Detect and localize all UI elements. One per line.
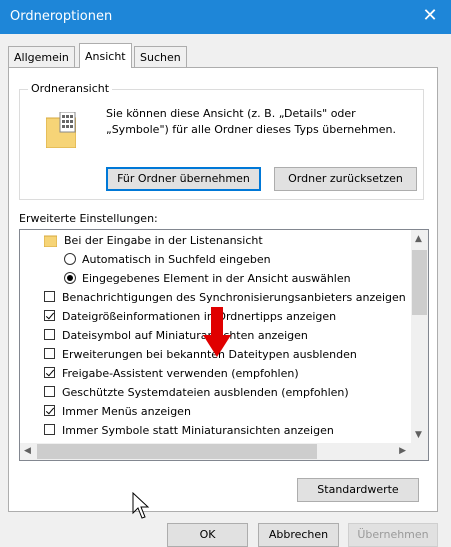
folder-view-group: Ordneransicht Sie können diese Ansicht (… [19,82,424,200]
folder-view-title: Ordneransicht [28,82,113,95]
cancel-button[interactable]: Abbrechen [258,523,339,547]
checkbox-label: Geschützte Systemdateien ausblenden (emp… [62,386,349,399]
advanced-settings-label: Erweiterte Einstellungen: [19,212,158,225]
folder-view-description: Sie können diese Ansicht (z. B. „Details… [106,107,396,136]
reset-folders-button[interactable]: Ordner zurücksetzen [274,167,417,191]
apply-button[interactable]: Übernehmen [348,523,438,547]
window-title: Ordneroptionen [10,9,113,24]
tree-folder-label: Bei der Eingabe in der Listenansicht [64,234,263,247]
checkbox[interactable] [44,424,55,435]
folder-icon [44,235,57,247]
checkbox[interactable] [44,310,55,321]
tab-suchen[interactable]: Suchen [134,46,187,67]
red-arrow-annotation [203,307,231,357]
scroll-left-icon[interactable]: ◀ [24,446,31,456]
checkbox-label: Benachrichtigungen des Synchronisierungs… [62,291,406,304]
folder-grid-icon [46,112,76,148]
radio-label: Eingegebenes Element in der Ansicht ausw… [82,272,351,285]
checkbox-label: Immer Menüs anzeigen [62,405,191,418]
vertical-scroll-thumb[interactable] [412,250,427,315]
checkbox-label: Dateisymbol auf Miniaturansichten anzeig… [62,329,308,342]
checkbox-label: Freigabe-Assistent verwenden (empfohlen) [62,367,299,380]
view-tab-panel: Ordneransicht Sie können diese Ansicht (… [8,67,438,512]
close-icon[interactable]: ✕ [419,5,441,27]
checkbox[interactable] [44,291,55,302]
horizontal-scroll-thumb[interactable] [37,444,317,459]
tab-allgemein[interactable]: Allgemein [8,46,75,67]
vertical-scrollbar[interactable]: ▲ ▼ [411,230,428,443]
checkbox[interactable] [44,405,55,416]
scroll-up-icon[interactable]: ▲ [415,234,422,244]
horizontal-scrollbar[interactable]: ◀ ▶ [20,443,428,460]
checkbox-label: Immer Symbole statt Miniaturansichten an… [62,424,334,437]
checkbox[interactable] [44,348,55,359]
checkbox[interactable] [44,329,55,340]
checkbox[interactable] [44,386,55,397]
scroll-down-icon[interactable]: ▼ [415,430,422,440]
apply-to-folders-button[interactable]: Für Ordner übernehmen [106,167,261,191]
scroll-right-icon[interactable]: ▶ [399,446,406,456]
radio-button[interactable] [64,272,76,284]
checkbox-label: Dateigrößeinformationen in Ordnertipps a… [62,310,337,323]
mouse-cursor-icon [132,492,150,519]
radio-label: Automatisch in Suchfeld eingeben [82,253,271,266]
checkbox[interactable] [44,367,55,378]
defaults-button[interactable]: Standardwerte [297,478,419,502]
title-bar: Ordneroptionen ✕ [0,0,451,34]
tab-ansicht[interactable]: Ansicht [79,43,132,68]
radio-button[interactable] [64,253,76,265]
ok-button[interactable]: OK [167,523,248,547]
